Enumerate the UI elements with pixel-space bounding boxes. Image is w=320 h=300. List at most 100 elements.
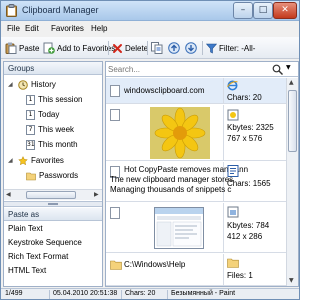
folder-icon <box>26 172 36 180</box>
delete-icon <box>113 43 122 53</box>
clip-info: Kbytes: 2325 767 x 576 <box>224 105 286 160</box>
paste-as-rich-text-format[interactable]: Rich Text Format <box>8 252 102 266</box>
scroll-up-icon[interactable]: ▲ <box>289 79 294 86</box>
clip-info: Kbytes: 784 412 x 286 <box>224 203 286 252</box>
status-separator <box>121 290 122 299</box>
image-file-icon <box>227 206 239 218</box>
clip-preview: C:\Windows\Help <box>106 254 224 285</box>
clip-file-count: Files: 1 <box>227 271 253 280</box>
menu-file[interactable]: File <box>7 24 20 33</box>
clip-item-screenshot[interactable]: Kbytes: 784 412 x 286 <box>106 203 286 253</box>
clip-path: C:\Windows\Help <box>124 260 186 269</box>
clip-preview: windowsclipboard.com <box>106 78 224 103</box>
scrollbar-thumb[interactable] <box>26 191 76 199</box>
scroll-right-icon[interactable]: ▶ <box>94 191 99 198</box>
copy-to-clipboard-button[interactable] <box>151 41 163 55</box>
clip-dimensions: 412 x 286 <box>227 232 263 241</box>
internet-explorer-icon <box>227 80 238 91</box>
tree-item-this-month[interactable]: 31 This month <box>26 138 78 151</box>
clips-vertical-scrollbar[interactable]: ▲ ▼ <box>286 78 298 286</box>
status-bar: 1/499 05.04.2010 20:51:38 Chars: 20 Безы… <box>1 288 299 299</box>
search-input[interactable] <box>108 64 268 75</box>
status-position: 1/499 <box>5 290 23 297</box>
tree-item-favorites[interactable]: ◢ Favorites <box>8 154 64 167</box>
move-down-button[interactable] <box>185 41 197 55</box>
star-icon <box>18 155 28 165</box>
text-document-icon <box>227 165 239 177</box>
tree-item-label: This month <box>38 140 78 149</box>
panel-splitter[interactable] <box>4 201 102 207</box>
calendar-icon: 1 <box>26 94 35 105</box>
paste-as-html-text[interactable]: HTML Text <box>8 266 102 280</box>
search-icon[interactable] <box>272 64 284 75</box>
window-screenshot-thumbnail <box>154 207 204 249</box>
clip-info: Chars: 20 <box>224 78 286 103</box>
add-to-favorites-label: Add to Favorites <box>57 43 116 53</box>
scrollbar-thumb[interactable] <box>288 90 297 152</box>
clip-item-image[interactable]: Kbytes: 2325 767 x 576 <box>106 105 286 161</box>
clip-text-line: The new clipboard manager stores <box>110 175 234 184</box>
yellow-flower-thumbnail <box>150 107 210 159</box>
tree-item-history[interactable]: ◢ History <box>8 78 56 91</box>
toolbar-separator <box>108 41 109 55</box>
status-chars: Chars: 20 <box>125 290 156 297</box>
toolbar-separator <box>202 41 203 55</box>
splitter-grip <box>48 203 58 205</box>
clip-preview <box>106 105 224 160</box>
clips-panel: ▼ windowsclipboard.com Chars: 20 <box>105 61 299 287</box>
title-bar[interactable]: Clipboard Manager – □ ✕ <box>1 1 299 21</box>
paste-button[interactable]: Paste <box>5 41 39 55</box>
scroll-left-icon[interactable]: ◀ <box>6 191 11 198</box>
menu-bar: File Edit Favorites Help <box>1 22 299 37</box>
delete-button[interactable]: Delete <box>112 41 148 55</box>
collapse-icon[interactable]: ◢ <box>8 157 15 164</box>
search-bar: ▼ <box>106 62 298 77</box>
copy-icon <box>151 42 163 54</box>
history-clock-icon <box>18 79 28 90</box>
tree-item-label: This session <box>38 95 83 104</box>
calendar-icon: 1 <box>26 109 35 120</box>
menu-help[interactable]: Help <box>91 24 107 33</box>
toolbar: Paste Add to Favorites Delete Filter: -A… <box>1 37 299 59</box>
folder-icon <box>227 258 239 268</box>
minimize-button[interactable]: – <box>233 2 253 19</box>
menu-edit[interactable]: Edit <box>25 24 39 33</box>
close-button[interactable]: ✕ <box>273 2 297 19</box>
filter-dropdown[interactable]: Filter: -All- <box>206 41 255 55</box>
document-icon <box>110 109 120 121</box>
clip-info: Files: 1 <box>224 254 286 285</box>
groups-horizontal-scrollbar[interactable]: ◀ ▶ <box>4 189 102 200</box>
clip-preview: Hot CopyPaste removes many ann The new c… <box>106 162 248 201</box>
delete-label: Delete <box>125 43 149 53</box>
arrow-down-icon <box>185 42 197 54</box>
clip-item-text[interactable]: Hot CopyPaste removes many ann The new c… <box>106 162 286 202</box>
tree-item-label: This week <box>38 125 75 134</box>
history-label: History <box>31 80 56 89</box>
window-title: Clipboard Manager <box>22 5 99 15</box>
move-up-button[interactable] <box>168 41 180 55</box>
search-options-chevron-down-icon[interactable]: ▼ <box>286 64 291 71</box>
scroll-down-icon[interactable]: ▼ <box>289 277 294 284</box>
maximize-button[interactable]: □ <box>253 2 273 19</box>
tree-item-this-week[interactable]: 7 This week <box>26 123 74 136</box>
add-to-favorites-button[interactable]: Add to Favorites <box>43 41 115 55</box>
calendar-icon: 7 <box>26 124 35 135</box>
clip-text: windowsclipboard.com <box>124 86 205 95</box>
tree-item-today[interactable]: 1 Today <box>26 108 59 121</box>
paste-as-keystroke-sequence[interactable]: Keystroke Sequence <box>8 238 102 252</box>
paste-as-header: Paste as <box>4 208 102 221</box>
clip-size: Kbytes: 2325 <box>227 123 274 132</box>
add-favorite-icon <box>43 42 55 54</box>
favorites-label: Favorites <box>31 156 64 165</box>
collapse-icon[interactable]: ◢ <box>8 81 15 88</box>
document-icon <box>110 85 120 97</box>
tree-item-passwords[interactable]: Passwords <box>26 169 78 182</box>
clip-item-url[interactable]: windowsclipboard.com Chars: 20 <box>106 78 286 104</box>
paste-as-plain-text[interactable]: Plain Text <box>8 224 102 238</box>
filter-label: Filter: -All- <box>219 43 256 53</box>
clip-info: Chars: 1565 <box>224 162 286 201</box>
menu-favorites[interactable]: Favorites <box>51 24 84 33</box>
tree-item-this-session[interactable]: 1 This session <box>26 93 82 106</box>
clip-dimensions: 767 x 576 <box>227 134 263 143</box>
clip-item-files[interactable]: C:\Windows\Help Files: 1 <box>106 254 286 286</box>
